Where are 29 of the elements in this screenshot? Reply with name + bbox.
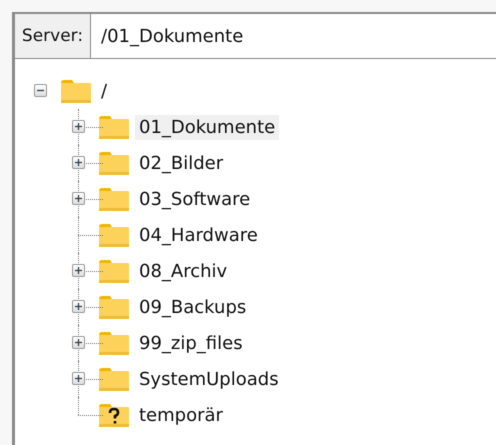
server-label: Server: (15, 14, 91, 58)
folder-icon (99, 151, 129, 175)
expand-icon[interactable] (72, 336, 85, 349)
folder-icon (61, 79, 91, 103)
collapse-icon[interactable] (34, 84, 47, 97)
folder-icon (99, 259, 129, 283)
folder-icon (99, 331, 129, 355)
tree-item[interactable]: 01_Dokumente (135, 114, 280, 140)
expand-icon[interactable] (72, 300, 85, 313)
expand-icon[interactable] (72, 192, 85, 205)
tree-item[interactable]: 08_Archiv (135, 258, 232, 284)
expand-icon[interactable] (72, 156, 85, 169)
tree-item[interactable]: 02_Bilder (135, 150, 228, 176)
tree-item[interactable]: SystemUploads (135, 366, 283, 392)
question-folder-icon (99, 403, 129, 427)
tree-item[interactable]: 04_Hardware (135, 222, 262, 248)
tree-item[interactable]: / (97, 78, 112, 104)
tree-item[interactable]: temporär (135, 402, 227, 428)
folder-icon (99, 115, 129, 139)
expand-icon[interactable] (72, 264, 85, 277)
folder-icon (99, 367, 129, 391)
expand-icon[interactable] (72, 120, 85, 133)
folder-icon (99, 223, 129, 247)
tree-item[interactable]: 03_Software (135, 186, 254, 212)
expand-icon[interactable] (72, 372, 85, 385)
folder-icon (99, 295, 129, 319)
tree-item[interactable]: 99_zip_files (135, 330, 247, 356)
tree-item[interactable]: 09_Backups (135, 294, 250, 320)
folder-icon (99, 187, 129, 211)
